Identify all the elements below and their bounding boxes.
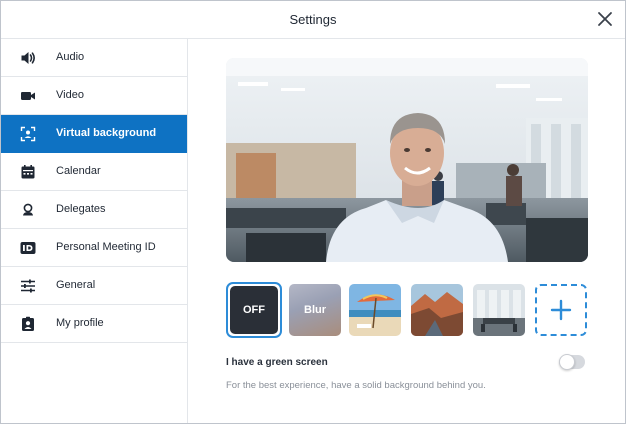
virtual-background-icon xyxy=(20,126,36,142)
calendar-icon xyxy=(20,164,36,180)
speaker-icon xyxy=(20,50,36,66)
sidebar-item-general[interactable]: General xyxy=(1,267,187,305)
sidebar-item-label: Personal Meeting ID xyxy=(56,241,156,253)
sidebar-item-video[interactable]: Video xyxy=(1,77,187,115)
close-button[interactable] xyxy=(593,7,617,31)
settings-window: Settings Audio Video Virtual background … xyxy=(0,0,626,424)
sidebar-item-label: Virtual background xyxy=(56,127,157,139)
sidebar-item-personal-meeting-id[interactable]: Personal Meeting ID xyxy=(1,229,187,267)
toggle-knob xyxy=(559,354,575,370)
beach-thumbnail-image xyxy=(349,284,401,336)
green-screen-hint: For the best experience, have a solid ba… xyxy=(226,380,486,391)
background-option-off[interactable]: OFF xyxy=(226,282,282,338)
sidebar-item-label: Delegates xyxy=(56,203,106,215)
plus-icon xyxy=(550,299,572,321)
title-bar: Settings xyxy=(1,1,625,39)
id-badge-icon xyxy=(20,240,36,256)
sidebar-item-label: Video xyxy=(56,89,84,101)
green-screen-label: I have a green screen xyxy=(226,357,328,368)
background-option-office[interactable] xyxy=(473,284,525,336)
sidebar-item-label: Calendar xyxy=(56,165,101,177)
delegate-icon xyxy=(20,202,36,218)
video-camera-icon xyxy=(20,88,36,104)
close-icon xyxy=(598,12,612,26)
background-option-blur[interactable]: Blur xyxy=(289,284,341,336)
camera-preview-image xyxy=(226,58,588,262)
camera-preview xyxy=(226,58,588,262)
background-option-beach[interactable] xyxy=(349,284,401,336)
settings-sidebar: Audio Video Virtual background Calendar … xyxy=(1,39,188,423)
canyon-thumbnail-image xyxy=(411,284,463,336)
sidebar-item-audio[interactable]: Audio xyxy=(1,39,187,77)
sidebar-item-delegates[interactable]: Delegates xyxy=(1,191,187,229)
sidebar-item-calendar[interactable]: Calendar xyxy=(1,153,187,191)
window-title: Settings xyxy=(289,12,337,27)
virtual-background-panel: OFF Blur I have a green screen For the b… xyxy=(189,39,625,423)
add-background-button[interactable] xyxy=(535,284,587,336)
sidebar-item-label: Audio xyxy=(56,51,85,63)
office-thumbnail-image xyxy=(473,284,525,336)
blur-option-label: Blur xyxy=(304,304,326,316)
background-option-canyon[interactable] xyxy=(411,284,463,336)
sidebar-item-label: General xyxy=(56,279,96,291)
sidebar-item-label: My profile xyxy=(56,317,104,329)
off-option-label: OFF xyxy=(230,286,278,334)
sliders-icon xyxy=(20,278,36,294)
sidebar-item-virtual-background[interactable]: Virtual background xyxy=(1,115,187,153)
profile-badge-icon xyxy=(20,316,36,332)
background-options: OFF Blur xyxy=(226,282,588,338)
sidebar-item-my-profile[interactable]: My profile xyxy=(1,305,187,343)
green-screen-toggle[interactable] xyxy=(559,354,585,370)
